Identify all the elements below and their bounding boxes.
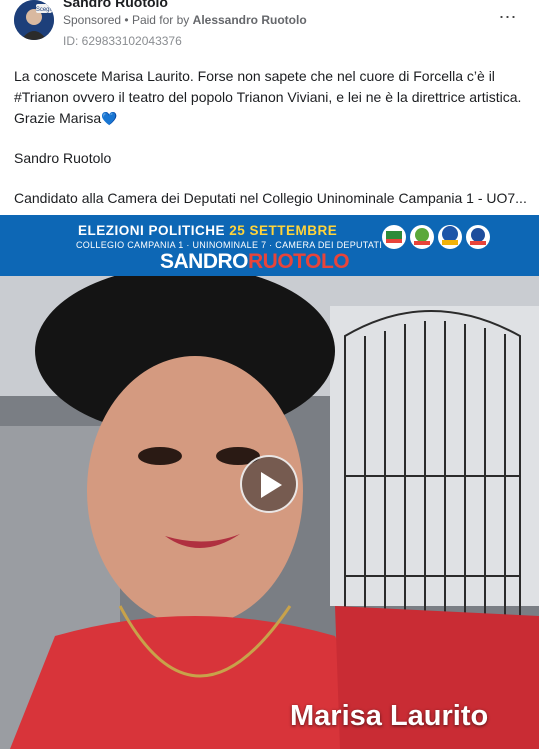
post-header: Scegli Sandro Ruotolo Sponsored • Paid f… bbox=[0, 0, 539, 50]
text-line: La conoscete Marisa Laurito. Forse non s… bbox=[14, 68, 495, 84]
party-logos bbox=[382, 225, 490, 249]
candidate-last-name: RUOTOLO bbox=[248, 250, 350, 273]
text-line: Grazie Marisa💙 bbox=[14, 108, 529, 129]
banner-title-date: 25 SETTEMBRE bbox=[229, 223, 338, 238]
signature: Sandro Ruotolo bbox=[14, 150, 112, 166]
party-logo-europa-icon bbox=[438, 225, 462, 249]
play-button[interactable] bbox=[240, 455, 298, 513]
paid-for-prefix: Paid for by bbox=[131, 13, 190, 27]
separator: • bbox=[124, 13, 129, 27]
text-line-content: Grazie Marisa bbox=[14, 110, 102, 126]
candidate-first-name: SANDRO bbox=[160, 250, 249, 273]
sponsored-line: Sponsored • Paid for by Alessandro Ruoto… bbox=[63, 13, 307, 27]
sponsored-label: Sponsored bbox=[63, 13, 122, 27]
avatar-image: Scegli bbox=[14, 0, 54, 40]
paid-for-name[interactable]: Alessandro Ruotolo bbox=[193, 13, 307, 27]
more-options-icon[interactable]: ⋯ bbox=[496, 8, 518, 30]
video-caption: Marisa Laurito bbox=[290, 700, 489, 732]
banner-title: ELEZIONI POLITICHE 25 SETTEMBRE bbox=[78, 223, 337, 238]
ad-id: ID: 629833102043376 bbox=[63, 34, 182, 48]
banner-candidate-name: SANDRORUOTOLO bbox=[160, 250, 350, 274]
party-logo-impegno-icon bbox=[466, 225, 490, 249]
play-icon bbox=[261, 472, 282, 498]
blue-heart-icon: 💙 bbox=[101, 111, 118, 126]
candidate-line[interactable]: Candidato alla Camera dei Deputati nel C… bbox=[14, 188, 529, 209]
party-logo-pd-icon bbox=[382, 225, 406, 249]
avatar-badge-text: Scegli bbox=[36, 7, 52, 13]
text-line: #Trianon ovvero il teatro del popolo Tri… bbox=[14, 89, 522, 105]
banner-title-a: ELEZIONI POLITICHE bbox=[78, 223, 226, 238]
avatar[interactable]: Scegli bbox=[14, 0, 54, 40]
author-name[interactable]: Sandro Ruotolo bbox=[63, 0, 168, 10]
post-text: La conoscete Marisa Laurito. Forse non s… bbox=[14, 66, 529, 209]
party-logo-green-icon bbox=[410, 225, 434, 249]
banner-subtitle: COLLEGIO CAMPANIA 1 · UNINOMINALE 7 · CA… bbox=[76, 240, 383, 250]
